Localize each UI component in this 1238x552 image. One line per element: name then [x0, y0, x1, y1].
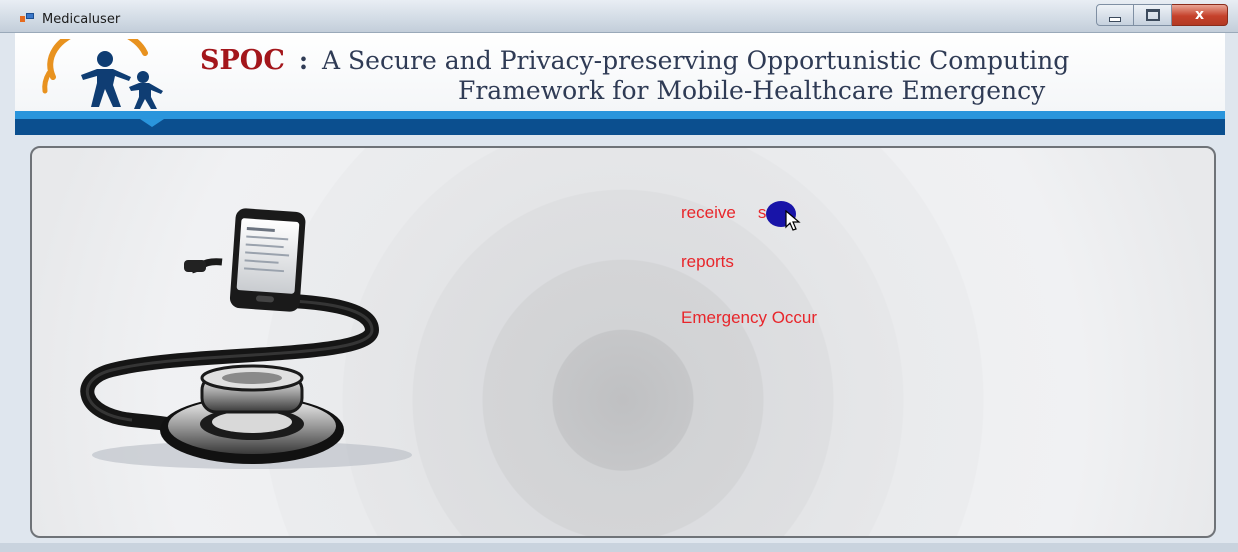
emergency-occur-link[interactable]: Emergency Occur [681, 308, 817, 328]
window-title: Medicaluser [42, 12, 121, 27]
received-files-link[interactable]: receive s [681, 203, 766, 223]
window-bottom-edge [0, 543, 1238, 552]
header-band-light [15, 111, 1225, 119]
title-line-2: Framework for Mobile-Healthcare Emergenc… [458, 76, 1046, 105]
close-icon: x [1194, 7, 1205, 23]
phone-stethoscope-icon [80, 208, 412, 469]
title-line-1: A Secure and Privacy-preserving Opportun… [322, 46, 1070, 75]
header-band-notch [140, 119, 164, 127]
minimize-icon [1109, 16, 1121, 22]
received-files-label-start: receive [681, 203, 736, 222]
reports-link[interactable]: reports [681, 252, 734, 272]
family-logo-icon [42, 39, 163, 109]
title-separator: : [298, 46, 309, 75]
maximize-button[interactable] [1134, 4, 1172, 26]
brand-name: SPOC [200, 45, 285, 76]
minimize-button[interactable] [1096, 4, 1134, 26]
app-title: SPOC: A Secure and Privacy-preserving Opp… [200, 45, 1220, 105]
mouse-pointer-icon [785, 210, 801, 231]
app-icon [20, 13, 34, 23]
header-band-dark [15, 119, 1225, 135]
maximize-icon [1145, 9, 1160, 21]
app-header: SPOC: A Secure and Privacy-preserving Opp… [15, 33, 1225, 113]
content-panel: receive s reports Emergency Occur [30, 146, 1216, 538]
title-bar[interactable]: Medicaluser x [0, 0, 1238, 33]
close-button[interactable]: x [1172, 4, 1228, 26]
caption-buttons: x [1096, 4, 1228, 26]
application-window: Medicaluser x SPOC: A Secure and Privacy-… [0, 0, 1238, 552]
